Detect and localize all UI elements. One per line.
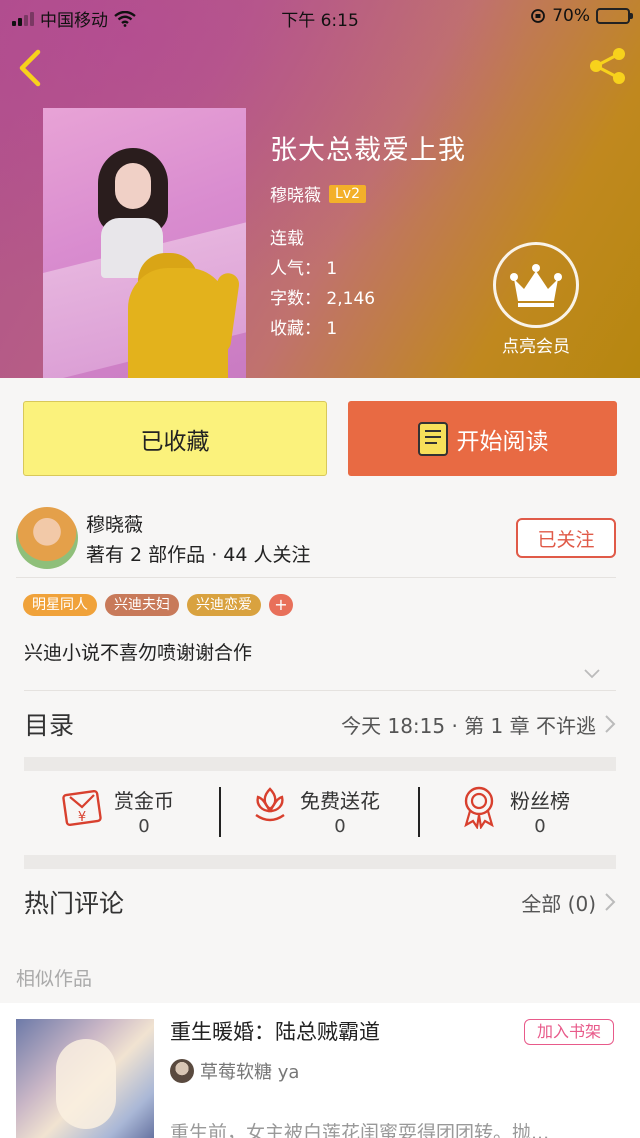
book-status: 连载 (270, 229, 304, 249)
fan-ranking-label: 粉丝榜 (510, 789, 570, 813)
battery-percent: 70% (552, 6, 590, 26)
book-favorites: 收藏： 1 (270, 319, 338, 339)
tag-list: 明星同人 兴迪夫妇 兴迪恋爱 + (23, 594, 293, 616)
follow-button-label: 已关注 (537, 528, 595, 551)
divider (219, 787, 221, 837)
divider (16, 577, 616, 578)
latest-chapter: 今天 18:15 · 第 1 章 不许逃 (341, 713, 596, 738)
level-badge: Lv2 (329, 184, 366, 203)
table-of-contents-row[interactable]: 目录 今天 18:15 · 第 1 章 不许逃 (24, 700, 616, 748)
divider (24, 690, 616, 691)
similar-book-cover[interactable] (16, 1019, 154, 1138)
add-tag-button[interactable]: + (269, 594, 293, 616)
fan-ranking-count: 0 (534, 816, 546, 837)
start-reading-label: 开始阅读 (456, 428, 549, 455)
similar-book-description: 重生前，女主被白莲花闺蜜耍得团团转。抛... (170, 1122, 550, 1138)
reward-coins-count: 0 (138, 816, 150, 837)
reward-coins-button[interactable]: ¥ 赏金币 0 (62, 785, 174, 841)
fan-ranking-button[interactable]: 粉丝榜 0 (460, 785, 570, 841)
expand-chevron-icon[interactable] (583, 668, 601, 680)
chevron-right-icon (605, 893, 616, 911)
hot-comments-label: 热门评论 (24, 889, 125, 918)
book-header: 中国移动 下午 6:15 70% 张大总裁爱上我 穆晓薇 Lv2 连载 人气： … (0, 0, 640, 378)
similar-book-author[interactable]: 草莓软糖 ya (170, 1058, 299, 1084)
similar-author-name: 草莓软糖 ya (200, 1062, 300, 1083)
book-icon (417, 421, 448, 456)
section-separator (24, 855, 616, 869)
favorite-button-label: 已收藏 (140, 428, 210, 455)
vip-label[interactable]: 点亮会员 (486, 332, 586, 357)
add-to-shelf-button[interactable]: 加入书架 (524, 1019, 614, 1045)
medal-icon (464, 786, 494, 829)
section-separator (24, 757, 616, 771)
all-comments-link[interactable]: 全部 (0) (521, 888, 596, 917)
similar-section-title: 相似作品 (16, 968, 93, 990)
similar-author-avatar (170, 1059, 194, 1083)
book-word-count: 字数： 2,146 (270, 289, 376, 309)
send-flower-label: 免费送花 (300, 789, 380, 813)
send-flower-count: 0 (334, 816, 346, 837)
toc-label: 目录 (24, 711, 75, 740)
back-icon[interactable] (14, 48, 46, 88)
vip-crown-button[interactable] (493, 242, 579, 328)
hot-comments-row[interactable]: 热门评论 全部 (0) (24, 878, 616, 926)
author-stats: 著有 2 部作品 · 44 人关注 (86, 544, 311, 566)
book-title: 张大总裁爱上我 (270, 135, 466, 166)
book-popularity: 人气： 1 (270, 259, 338, 279)
similar-book-title[interactable]: 重生暖婚：陆总贼霸道 (170, 1016, 380, 1046)
battery-icon (596, 8, 633, 24)
book-cover[interactable] (43, 108, 246, 378)
flower-icon (255, 787, 285, 822)
red-envelope-icon: ¥ (62, 789, 102, 827)
favorite-button[interactable]: 已收藏 (23, 401, 327, 476)
tag-chip[interactable]: 兴迪夫妇 (105, 594, 179, 616)
support-actions: ¥ 赏金币 0 免费送花 0 粉丝榜 0 (24, 785, 616, 841)
tag-chip[interactable]: 明星同人 (23, 594, 97, 616)
book-author[interactable]: 穆晓薇 (270, 181, 321, 206)
crown-icon (510, 264, 562, 307)
tag-chip[interactable]: 兴迪恋爱 (187, 594, 261, 616)
chevron-right-icon (605, 715, 616, 733)
status-bar: 中国移动 下午 6:15 70% (0, 0, 640, 34)
book-description: 兴迪小说不喜勿喷谢谢合作 (24, 642, 253, 664)
send-flower-button[interactable]: 免费送花 0 (252, 785, 380, 841)
reward-coins-label: 赏金币 (114, 789, 174, 813)
author-avatar[interactable] (16, 507, 78, 569)
author-name[interactable]: 穆晓薇 (86, 510, 143, 537)
start-reading-button[interactable]: 开始阅读 (348, 401, 617, 476)
follow-button[interactable]: 已关注 (516, 518, 616, 558)
orientation-lock-icon (531, 9, 546, 23)
divider (418, 787, 420, 837)
share-icon[interactable] (586, 44, 630, 88)
book-info: 张大总裁爱上我 穆晓薇 Lv2 连载 人气： 1 字数： 2,146 收藏： 1 (270, 128, 466, 344)
svg-text:¥: ¥ (78, 810, 86, 825)
